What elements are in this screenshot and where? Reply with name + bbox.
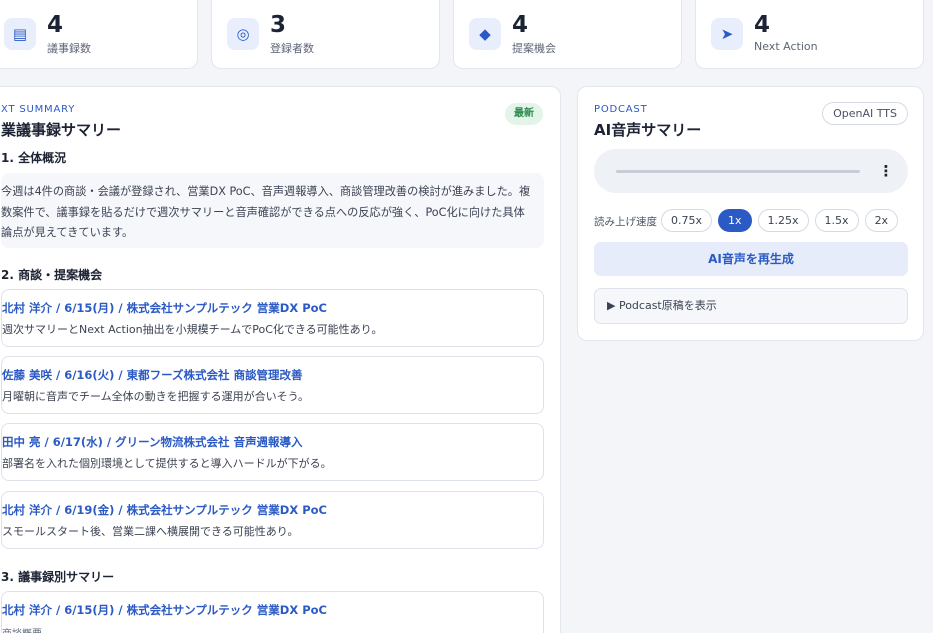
opportunity-card[interactable]: 佐藤 美咲 / 6/16(火) / 東都フーズ株式会社 商談管理改善 月曜朝に音…: [1, 356, 544, 414]
stat-label: Next Action: [754, 40, 818, 53]
latest-badge: 最新: [505, 103, 543, 125]
opportunity-card[interactable]: 北村 洋介 / 6/15(月) / 株式会社サンプルテック 営業DX PoC 週…: [1, 289, 544, 347]
list-icon: ▤: [4, 18, 36, 50]
stat-label: 提案機会: [512, 42, 556, 55]
podcast-eyebrow: PODCAST: [594, 104, 648, 115]
summary-eyebrow: XT SUMMARY: [1, 104, 76, 115]
stat-label: 議事録数: [47, 42, 91, 55]
section-opportunities-heading: 2. 商談・提案機会: [1, 268, 103, 282]
podcast-title: AI音声サマリー: [594, 121, 702, 139]
playback-speed-options: 0.75x 1x 1.25x 1.5x 2x: [661, 209, 899, 232]
section-overview-heading: 1. 全体概況: [1, 151, 67, 165]
diamond-icon: ◆: [469, 18, 501, 50]
speed-option-1x[interactable]: 1x: [718, 209, 752, 232]
stat-value: 3: [270, 12, 287, 38]
opportunity-card[interactable]: 北村 洋介 / 6/19(金) / 株式会社サンプルテック 営業DX PoC ス…: [1, 491, 544, 549]
minutes-subheading: 商談概要: [2, 625, 42, 633]
stat-card-minutes: ▤ 4 議事録数: [0, 0, 198, 69]
opportunity-desc: スモールスタート後、営業二課へ横展開できる可能性あり。: [2, 525, 299, 538]
minutes-title: 北村 洋介 / 6/15(月) / 株式会社サンプルテック 営業DX PoC: [2, 603, 327, 617]
opportunity-desc: 月曜朝に音声でチーム全体の動きを把握する運用が合いそう。: [2, 390, 310, 403]
stat-value: 4: [512, 12, 529, 38]
speed-option-2x[interactable]: 2x: [864, 209, 899, 232]
section-minutes-heading: 3. 議事録別サマリー: [1, 570, 115, 584]
minutes-card[interactable]: 北村 洋介 / 6/15(月) / 株式会社サンプルテック 営業DX PoC 商…: [1, 591, 544, 633]
opportunity-desc: 部署名を入れた個別環境として提供すると導入ハードルが下がる。: [2, 457, 332, 470]
audio-player[interactable]: ⋮: [594, 149, 908, 193]
stat-card-next-action: ➤ 4 Next Action: [695, 0, 924, 69]
regenerate-audio-button[interactable]: AI音声を再生成: [594, 242, 908, 276]
summary-title: 業議事録サマリー: [1, 121, 122, 139]
playback-speed-label: 読み上げ速度: [594, 216, 657, 228]
stat-value: 4: [754, 12, 771, 38]
opportunity-title: 北村 洋介 / 6/19(金) / 株式会社サンプルテック 営業DX PoC: [2, 503, 327, 517]
speed-option-1-5x[interactable]: 1.5x: [814, 209, 859, 232]
arrow-icon: ➤: [711, 18, 743, 50]
opportunity-card[interactable]: 田中 亮 / 6/17(水) / グリーン物流株式会社 音声週報導入 部署名を入…: [1, 423, 544, 481]
opportunity-desc: 週次サマリーとNext Action抽出を小規模チームでPoC化できる可能性あり…: [2, 323, 383, 336]
audio-progress-track[interactable]: [616, 170, 860, 173]
podcast-panel: PODCAST AI音声サマリー OpenAI TTS ⋮ 読み上げ速度 0.7…: [577, 86, 924, 341]
stat-label: 登録者数: [270, 42, 314, 55]
summary-panel: XT SUMMARY 業議事録サマリー 最新 1. 全体概況 今週は4件の商談・…: [0, 86, 561, 633]
stat-value: 4: [47, 12, 64, 38]
speed-option-1-25x[interactable]: 1.25x: [757, 209, 809, 232]
overview-text: 今週は4件の商談・会議が登録され、営業DX PoC、音声週報導入、商談管理改善の…: [1, 173, 544, 248]
stat-card-opportunities: ◆ 4 提案機会: [453, 0, 682, 69]
opportunity-title: 佐藤 美咲 / 6/16(火) / 東都フーズ株式会社 商談管理改善: [2, 368, 303, 382]
tts-provider-badge: OpenAI TTS: [822, 102, 908, 125]
user-circle-icon: ◎: [227, 18, 259, 50]
more-options-icon[interactable]: ⋮: [878, 160, 894, 182]
opportunity-title: 田中 亮 / 6/17(水) / グリーン物流株式会社 音声週報導入: [2, 435, 303, 449]
stat-card-registrants: ◎ 3 登録者数: [211, 0, 440, 69]
speed-option-0-75x[interactable]: 0.75x: [661, 209, 713, 232]
show-script-toggle[interactable]: ▶ Podcast原稿を表示: [594, 288, 908, 324]
opportunity-title: 北村 洋介 / 6/15(月) / 株式会社サンプルテック 営業DX PoC: [2, 301, 327, 315]
